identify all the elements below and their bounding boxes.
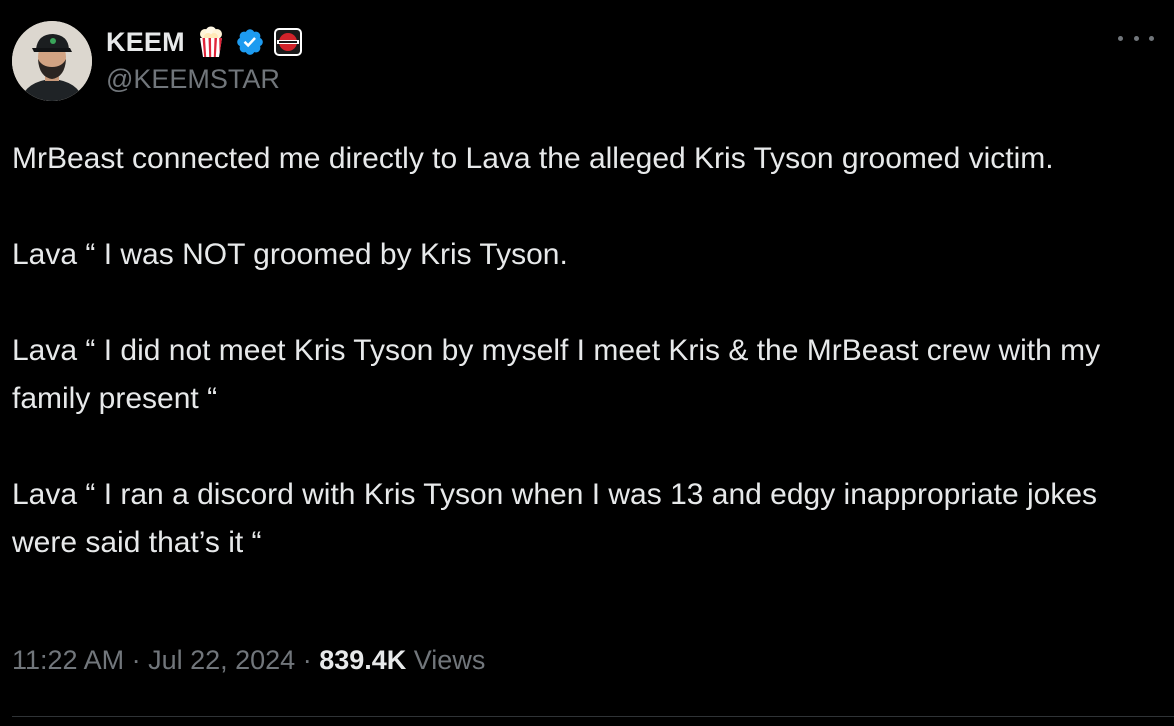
avatar[interactable] xyxy=(12,21,92,101)
name-row: KEEM xyxy=(106,24,311,60)
tweet-paragraph: MrBeast connected me directly to Lava th… xyxy=(12,142,1054,175)
tweet-paragraph: Lava “ I was NOT groomed by Kris Tyson. xyxy=(12,238,568,271)
timestamp-date[interactable]: Jul 22, 2024 xyxy=(148,645,295,676)
handle[interactable]: @KEEMSTAR xyxy=(106,64,311,95)
more-dot xyxy=(1133,35,1139,41)
more-dot xyxy=(1149,35,1154,41)
tweet-text: MrBeast connected me directly to Lava th… xyxy=(12,135,1152,567)
tweet: KEEM @KEEMSTAR MrBeast connected me dire… xyxy=(0,0,1174,726)
more-dot xyxy=(1118,35,1123,41)
meta-separator: · xyxy=(124,645,149,675)
views-label: Views xyxy=(406,645,486,675)
timestamp-time[interactable]: 11:22 AM xyxy=(12,645,124,676)
verified-badge-icon[interactable] xyxy=(235,27,265,57)
tweet-paragraph: Lava “ I did not meet Kris Tyson by myse… xyxy=(12,334,1109,415)
views-count[interactable]: 839.4K xyxy=(319,645,406,676)
tweet-header: KEEM @KEEMSTAR xyxy=(106,24,311,98)
divider xyxy=(12,716,1174,717)
drama-alert-affiliate-icon[interactable] xyxy=(273,27,303,57)
meta-separator: · xyxy=(295,645,320,675)
tweet-meta: 11:22 AM · Jul 22, 2024 · 839.4K Views xyxy=(12,645,485,676)
more-options-icon[interactable] xyxy=(1118,26,1154,50)
avatar-image xyxy=(12,21,92,101)
tweet-paragraph: Lava “ I ran a discord with Kris Tyson w… xyxy=(12,478,1106,559)
popcorn-icon xyxy=(195,26,227,58)
display-name[interactable]: KEEM xyxy=(106,27,185,58)
